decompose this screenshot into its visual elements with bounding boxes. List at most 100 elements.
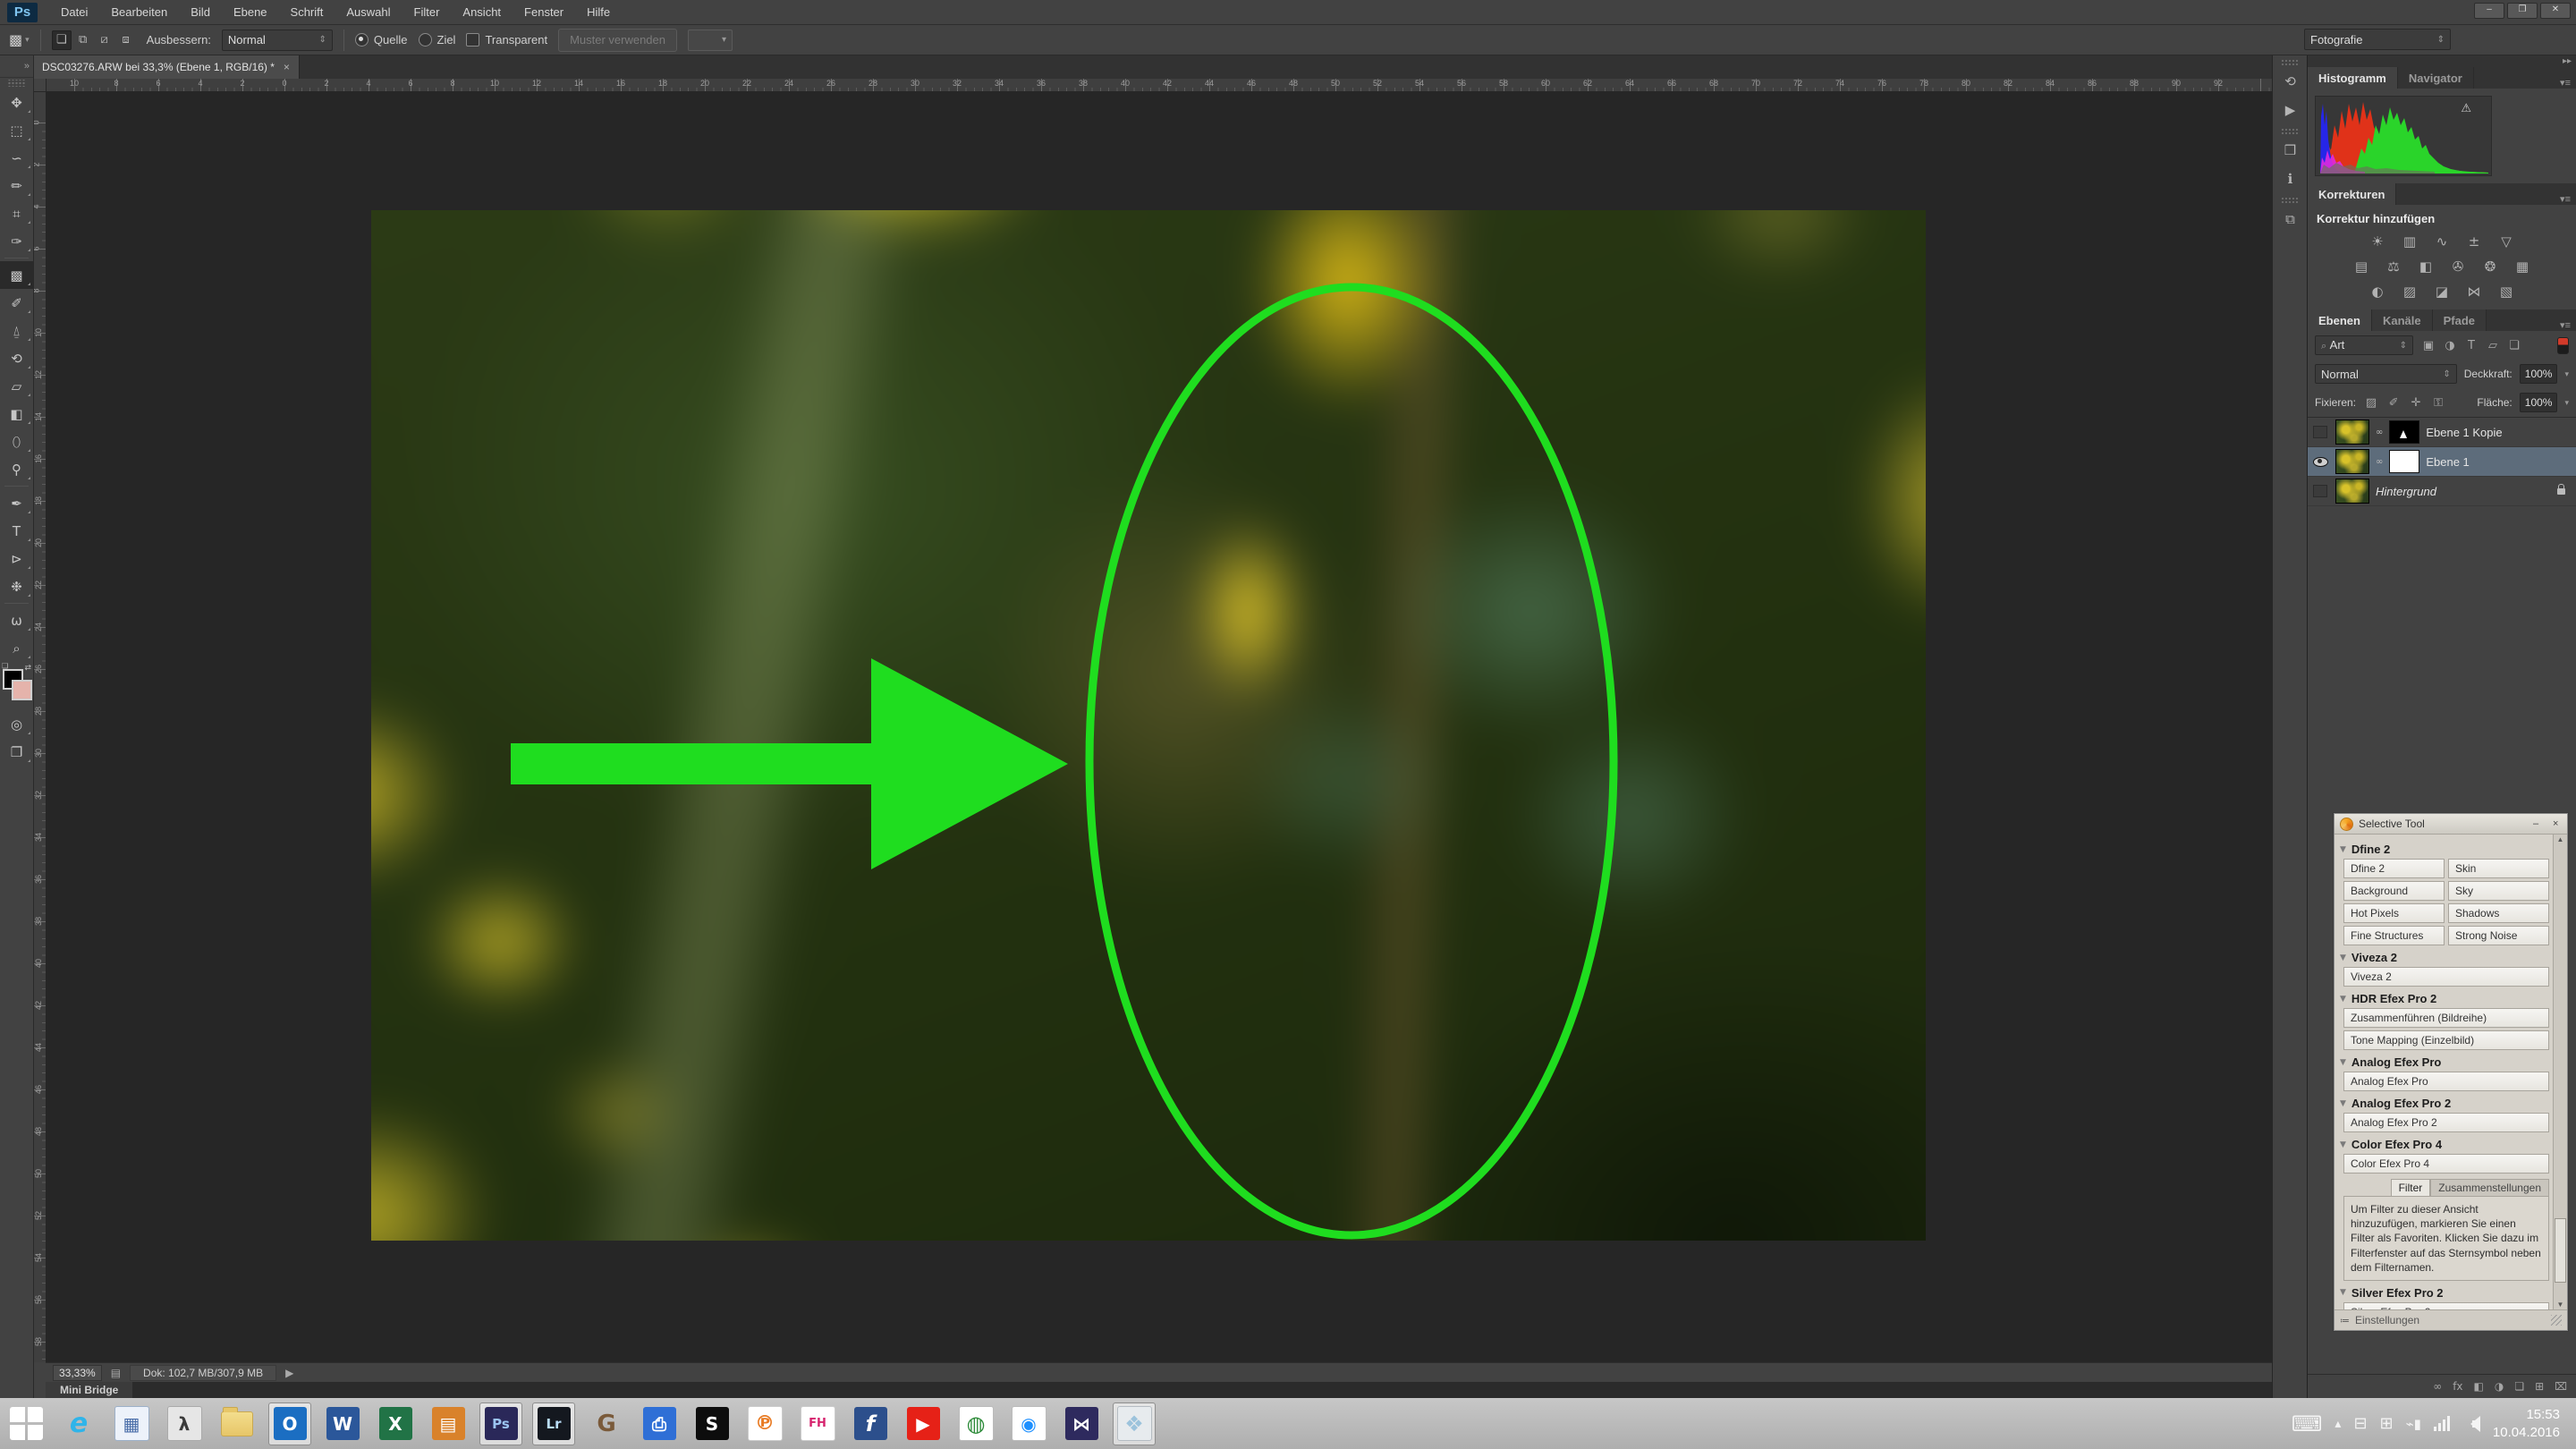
filter-button-analog-efex-pro[interactable]: Analog Efex Pro	[2343, 1072, 2549, 1091]
transparent-checkbox[interactable]: Transparent	[466, 33, 547, 47]
curves-icon[interactable]: ∿	[2432, 233, 2452, 250]
filter-pixel-layers-icon[interactable]: ▣	[2420, 339, 2436, 352]
eraser-tool[interactable]: ▱	[0, 372, 33, 400]
menu-item-ansicht[interactable]: Ansicht	[462, 5, 501, 19]
tab-filter[interactable]: Filter	[2391, 1179, 2431, 1196]
filter-button-background[interactable]: Background	[2343, 881, 2445, 901]
histogram-warning-icon[interactable]: ⚠	[2461, 102, 2471, 115]
collapse-triangle-icon[interactable]: ▼	[2340, 1288, 2346, 1297]
menu-item-filter[interactable]: Filter	[414, 5, 440, 19]
threshold-icon[interactable]: ◪	[2432, 283, 2452, 301]
quick-selection-tool[interactable]: ✏	[0, 172, 33, 199]
youtube[interactable]: ▶	[902, 1403, 944, 1445]
tab-korrekturen[interactable]: Korrekturen	[2308, 183, 2396, 205]
layer-row[interactable]: ∞Ebene 1 Kopie	[2308, 418, 2576, 447]
hidden-icons-chevron[interactable]: ▴	[2334, 1417, 2341, 1431]
start-button[interactable]	[5, 1403, 47, 1445]
selective-tool-titlebar[interactable]: Selective Tool – ×	[2334, 814, 2567, 835]
exposure-icon[interactable]: ±	[2464, 233, 2484, 250]
section-header[interactable]: ▼Silver Efex Pro 2	[2340, 1286, 2551, 1300]
menu-item-ebene[interactable]: Ebene	[233, 5, 267, 19]
collapse-triangle-icon[interactable]: ▼	[2340, 845, 2346, 854]
section-header[interactable]: ▼Analog Efex Pro 2	[2340, 1097, 2551, 1110]
healing-brush-tool[interactable]: ▩	[0, 261, 33, 289]
keyboard-tray-icon[interactable]: ⌨	[2292, 1411, 2323, 1436]
collapse-triangle-icon[interactable]: ▼	[2340, 995, 2346, 1004]
defender-tray-icon[interactable]: ⊞	[2380, 1414, 2394, 1433]
filter-button-skin[interactable]: Skin	[2448, 859, 2549, 878]
filter-button-zusammenf-hren-bildreihe-[interactable]: Zusammenführen (Bildreihe)	[2343, 1008, 2549, 1028]
collapse-triangle-icon[interactable]: ▼	[2340, 1140, 2346, 1149]
collapse-triangle-icon[interactable]: ▼	[2340, 1099, 2346, 1108]
color-balance-icon[interactable]: ⚖	[2384, 258, 2403, 275]
menu-item-bearbeiten[interactable]: Bearbeiten	[111, 5, 167, 19]
scroll-up-icon[interactable]: ▲	[2557, 835, 2564, 843]
info-panel-icon[interactable]: ℹ	[2273, 165, 2308, 193]
section-header[interactable]: ▼Color Efex Pro 4	[2340, 1138, 2551, 1151]
layer-thumbnail[interactable]	[2335, 449, 2369, 474]
layer-filter-toggle[interactable]	[2557, 337, 2569, 354]
document-tab[interactable]: DSC03276.ARW bei 33,3% (Ebene 1, RGB/16)…	[33, 55, 300, 79]
history-brush-tool[interactable]: ⟲	[0, 344, 33, 372]
tab-zusammenstellungen[interactable]: Zusammenstellungen	[2430, 1179, 2549, 1196]
movie-maker[interactable]: ▤	[428, 1403, 469, 1445]
source-radio[interactable]: Quelle	[355, 33, 408, 47]
filter-shape-layers-icon[interactable]: ▱	[2485, 339, 2501, 352]
status-menu-icon[interactable]: ▶	[285, 1367, 293, 1379]
scroll-down-icon[interactable]: ▼	[2557, 1301, 2564, 1309]
menu-item-schrift[interactable]: Schrift	[291, 5, 324, 19]
layer-thumbnail[interactable]	[2335, 419, 2369, 445]
visual-studio[interactable]: ⋈	[1061, 1403, 1102, 1445]
layer-visibility-toggle[interactable]	[2311, 426, 2329, 438]
marquee-tool[interactable]: ⬚	[0, 116, 33, 144]
photoshop[interactable]: Ps	[480, 1403, 521, 1445]
fill-dropdown-icon[interactable]: ▾	[2564, 398, 2569, 408]
levels-icon[interactable]: ▥	[2400, 233, 2419, 250]
filter-button-dfine-2[interactable]: Dfine 2	[2343, 859, 2445, 878]
gradient-map-icon[interactable]: ⋈	[2464, 283, 2484, 301]
power-tray-icon[interactable]: ⌁▮	[2406, 1416, 2421, 1432]
network-tray-icon[interactable]	[2434, 1416, 2450, 1431]
scrollbar-thumb[interactable]	[2555, 1218, 2566, 1283]
properties-panel-icon[interactable]: ❒	[2273, 136, 2308, 165]
filter-button-fine-structures[interactable]: Fine Structures	[2343, 926, 2445, 945]
selective-minimize-button[interactable]: –	[2528, 818, 2542, 830]
link-layers-icon[interactable]: ∞	[2433, 1380, 2442, 1393]
selective-color-icon[interactable]: ▧	[2496, 283, 2516, 301]
s-app[interactable]: S	[691, 1403, 733, 1445]
gradient-tool[interactable]: ◧	[0, 400, 33, 428]
screen-mode-button[interactable]: ❐	[0, 738, 33, 766]
section-header[interactable]: ▼Analog Efex Pro	[2340, 1055, 2551, 1069]
panel-collapse-icon[interactable]: ▸▸	[2308, 55, 2576, 67]
history-panel-icon[interactable]: ⟲	[2273, 67, 2308, 96]
clone-stamp-tool[interactable]: ⍙	[0, 317, 33, 344]
layer-filter-dropdown[interactable]: ⌕ Art⇕	[2315, 335, 2413, 355]
lasso-tool[interactable]: ∽	[0, 144, 33, 172]
tab-navigator[interactable]: Navigator	[2398, 67, 2474, 89]
calculator[interactable]: ▦	[111, 1403, 152, 1445]
panel-menu-icon[interactable]: ▾≡	[2560, 193, 2576, 205]
selection-add-icon[interactable]: ⧉	[73, 30, 93, 50]
zoom-level-field[interactable]: 33,33%	[53, 1365, 102, 1381]
settings-button[interactable]: Einstellungen	[2355, 1314, 2419, 1326]
clone-source-panel-icon[interactable]: ⧉	[2273, 205, 2308, 233]
fh-app[interactable]: FH	[797, 1403, 838, 1445]
internet-explorer[interactable]: e	[58, 1403, 99, 1445]
invert-icon[interactable]: ◐	[2368, 283, 2387, 301]
excel[interactable]: X	[375, 1403, 416, 1445]
filter-button-analog-efex-pro-2[interactable]: Analog Efex Pro 2	[2343, 1113, 2549, 1132]
hand-tool[interactable]: ω	[0, 606, 33, 634]
photo-filter-icon[interactable]: ✇	[2448, 258, 2468, 275]
layer-mask-thumbnail[interactable]	[2389, 450, 2419, 473]
layer-row[interactable]: ∞Ebene 1	[2308, 447, 2576, 477]
layer-mask-thumbnail[interactable]	[2389, 420, 2419, 444]
layer-thumbnail[interactable]	[2335, 479, 2369, 504]
move-tool[interactable]: ✥	[0, 89, 33, 116]
touchpad-tray-icon[interactable]: ⊟	[2353, 1414, 2367, 1433]
recorder-app[interactable]: ◉	[1008, 1403, 1049, 1445]
selection-subtract-icon[interactable]: ⧄	[95, 30, 114, 50]
selective-scrollbar[interactable]: ▲ ▼	[2553, 835, 2567, 1309]
globe-app[interactable]: ◍	[955, 1403, 996, 1445]
path-selection-tool[interactable]: ⊳	[0, 545, 33, 572]
use-pattern-button[interactable]: Muster verwenden	[558, 29, 677, 52]
